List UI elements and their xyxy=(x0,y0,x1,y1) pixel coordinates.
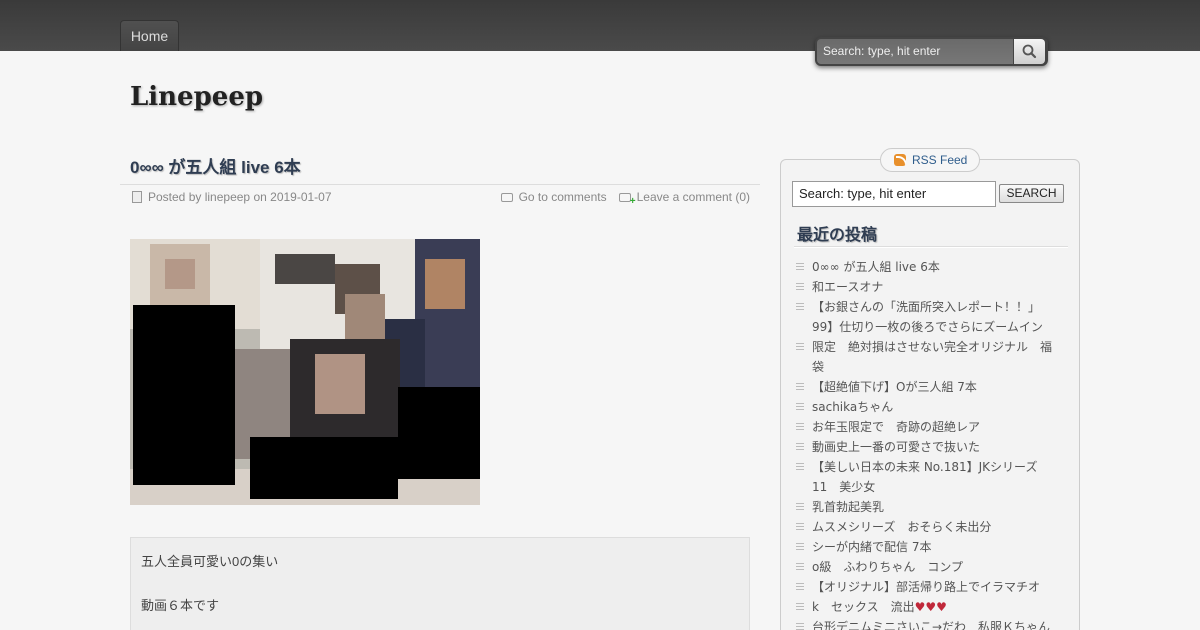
recent-posts-heading: 最近の投稿 xyxy=(797,225,878,244)
list-item[interactable]: 【超絶値下げ】Oが三人組 7本 xyxy=(796,377,1056,397)
divider xyxy=(794,246,1068,248)
list-item[interactable]: 【お銀さんの「洗面所突入レポート！！」 99】仕切り一枚の後ろでさらにズームイン xyxy=(796,297,1056,337)
bullet-icon xyxy=(796,603,804,611)
go-to-comments-link[interactable]: Go to comments xyxy=(519,190,607,204)
post-body-line: 五人全員可愛い0の集い xyxy=(141,554,279,569)
comment-bubble-icon xyxy=(500,193,513,202)
bullet-icon xyxy=(796,283,804,291)
recent-post-link[interactable]: 【お銀さんの「洗面所突入レポート！！」 xyxy=(812,300,1040,314)
list-item[interactable]: 和エースオナ xyxy=(796,277,1056,297)
site-title[interactable]: Linepeep xyxy=(130,82,263,112)
recent-post-link[interactable]: 【オリジナル】部活帰り路上でイラマチオ xyxy=(812,580,1040,594)
list-item[interactable]: sachikaちゃん xyxy=(796,397,1056,417)
rss-icon xyxy=(894,154,906,166)
list-item[interactable]: 台形デニムミニさいこ→だわ 私服Ｋちゃん xyxy=(796,617,1056,630)
recent-post-link[interactable]: 袋 xyxy=(812,360,824,374)
post-author-link[interactable]: linepeep xyxy=(205,190,250,204)
list-item[interactable]: 動画史上一番の可愛さで抜いた xyxy=(796,437,1056,457)
list-item[interactable]: ムスメシリーズ おそらく未出分 xyxy=(796,517,1056,537)
list-item[interactable]: お年玉限定で 奇跡の超絶レア xyxy=(796,417,1056,437)
recent-post-link[interactable]: 和エースオナ xyxy=(812,280,883,294)
sidebar-search-input[interactable]: Search: type, hit enter xyxy=(792,181,996,207)
recent-post-link[interactable]: k セックス 流出 xyxy=(812,600,915,614)
recent-post-link[interactable]: 限定 絶対損はさせない完全オリジナル 福 xyxy=(812,340,1052,354)
recent-posts-list: 0∞∞ が五人組 live 6本 和エースオナ 【お銀さんの「洗面所突入レポート… xyxy=(796,257,1056,630)
recent-post-link[interactable]: o級 ふわりちゃん コンプ xyxy=(812,560,963,574)
bullet-icon xyxy=(796,543,804,551)
pixelated-photo xyxy=(130,239,480,505)
post-content: 五人全員可愛い0の集い 動画６本です xyxy=(130,537,750,630)
search-icon xyxy=(1022,44,1037,59)
list-item[interactable]: o級 ふわりちゃん コンプ xyxy=(796,557,1056,577)
leave-comment-link[interactable]: Leave a comment (0) xyxy=(637,190,750,204)
recent-post-link[interactable]: sachikaちゃん xyxy=(812,400,893,414)
list-item[interactable]: 【オリジナル】部活帰り路上でイラマチオ xyxy=(796,577,1056,597)
list-item[interactable]: k セックス 流出♥♥♥ xyxy=(796,597,1056,617)
bullet-icon xyxy=(796,383,804,391)
recent-post-link[interactable]: 11 美少女 xyxy=(812,480,875,494)
bullet-icon xyxy=(796,523,804,531)
bullet-icon xyxy=(796,463,804,471)
list-item[interactable]: 0∞∞ が五人組 live 6本 xyxy=(796,257,1056,277)
recent-post-link[interactable]: 【超絶値下げ】Oが三人組 7本 xyxy=(812,380,977,394)
recent-post-link[interactable]: お年玉限定で 奇跡の超絶レア xyxy=(812,420,980,434)
recent-post-link[interactable]: ムスメシリーズ おそらく未出分 xyxy=(812,520,991,534)
list-item[interactable]: 限定 絶対損はさせない完全オリジナル 福袋 xyxy=(796,337,1056,377)
recent-post-link[interactable]: 乳首勃起美乳 xyxy=(812,500,884,514)
bullet-icon xyxy=(796,423,804,431)
bullet-icon xyxy=(796,263,804,271)
recent-post-link[interactable]: 【美しい日本の未来 No.181】JKシリーズ xyxy=(812,460,1037,474)
recent-post-link[interactable]: シーが内緒で配信 7本 xyxy=(812,540,931,554)
bullet-icon xyxy=(796,623,804,630)
bullet-icon xyxy=(796,563,804,571)
bullet-icon xyxy=(796,303,804,311)
posted-by-label: Posted by xyxy=(148,190,202,204)
list-item[interactable]: シーが内緒で配信 7本 xyxy=(796,537,1056,557)
top-search-box: Search: type, hit enter xyxy=(815,37,1048,66)
nav-home-tab[interactable]: Home xyxy=(120,20,179,51)
post-date: 2019-01-07 xyxy=(270,190,332,204)
bullet-icon xyxy=(796,583,804,591)
post-title[interactable]: 0∞∞ が五人組 live 6本 xyxy=(130,153,301,178)
add-comment-icon xyxy=(618,193,636,207)
post-meta: Posted by linepeep on 2019-01-07 Go to c… xyxy=(120,184,760,208)
recent-post-link[interactable]: 0∞∞ が五人組 live 6本 xyxy=(812,260,940,274)
post-body-line: 動画６本です xyxy=(141,598,220,613)
list-item[interactable]: 【美しい日本の未来 No.181】JKシリーズ 11 美少女 xyxy=(796,457,1056,497)
posted-on-label: on xyxy=(253,190,267,204)
top-search-input[interactable]: Search: type, hit enter xyxy=(817,39,1013,64)
sidebar-search-button[interactable]: SEARCH xyxy=(999,184,1064,203)
bullet-icon xyxy=(796,443,804,451)
bullet-icon xyxy=(796,403,804,411)
rss-feed-label: RSS Feed xyxy=(912,153,968,167)
document-icon xyxy=(132,191,142,203)
top-search-button[interactable] xyxy=(1014,39,1045,64)
post-image[interactable] xyxy=(130,239,480,505)
recent-post-link[interactable]: 動画史上一番の可愛さで抜いた xyxy=(812,440,980,454)
hearts-icon: ♥♥♥ xyxy=(914,600,947,614)
rss-feed-link[interactable]: RSS Feed xyxy=(880,148,980,172)
list-item[interactable]: 乳首勃起美乳 xyxy=(796,497,1056,517)
bullet-icon xyxy=(796,503,804,511)
bullet-icon xyxy=(796,343,804,351)
recent-post-link[interactable]: 台形デニムミニさいこ→だわ 私服Ｋちゃん xyxy=(812,620,1050,630)
recent-post-link[interactable]: 99】仕切り一枚の後ろでさらにズームイン xyxy=(812,320,1043,334)
